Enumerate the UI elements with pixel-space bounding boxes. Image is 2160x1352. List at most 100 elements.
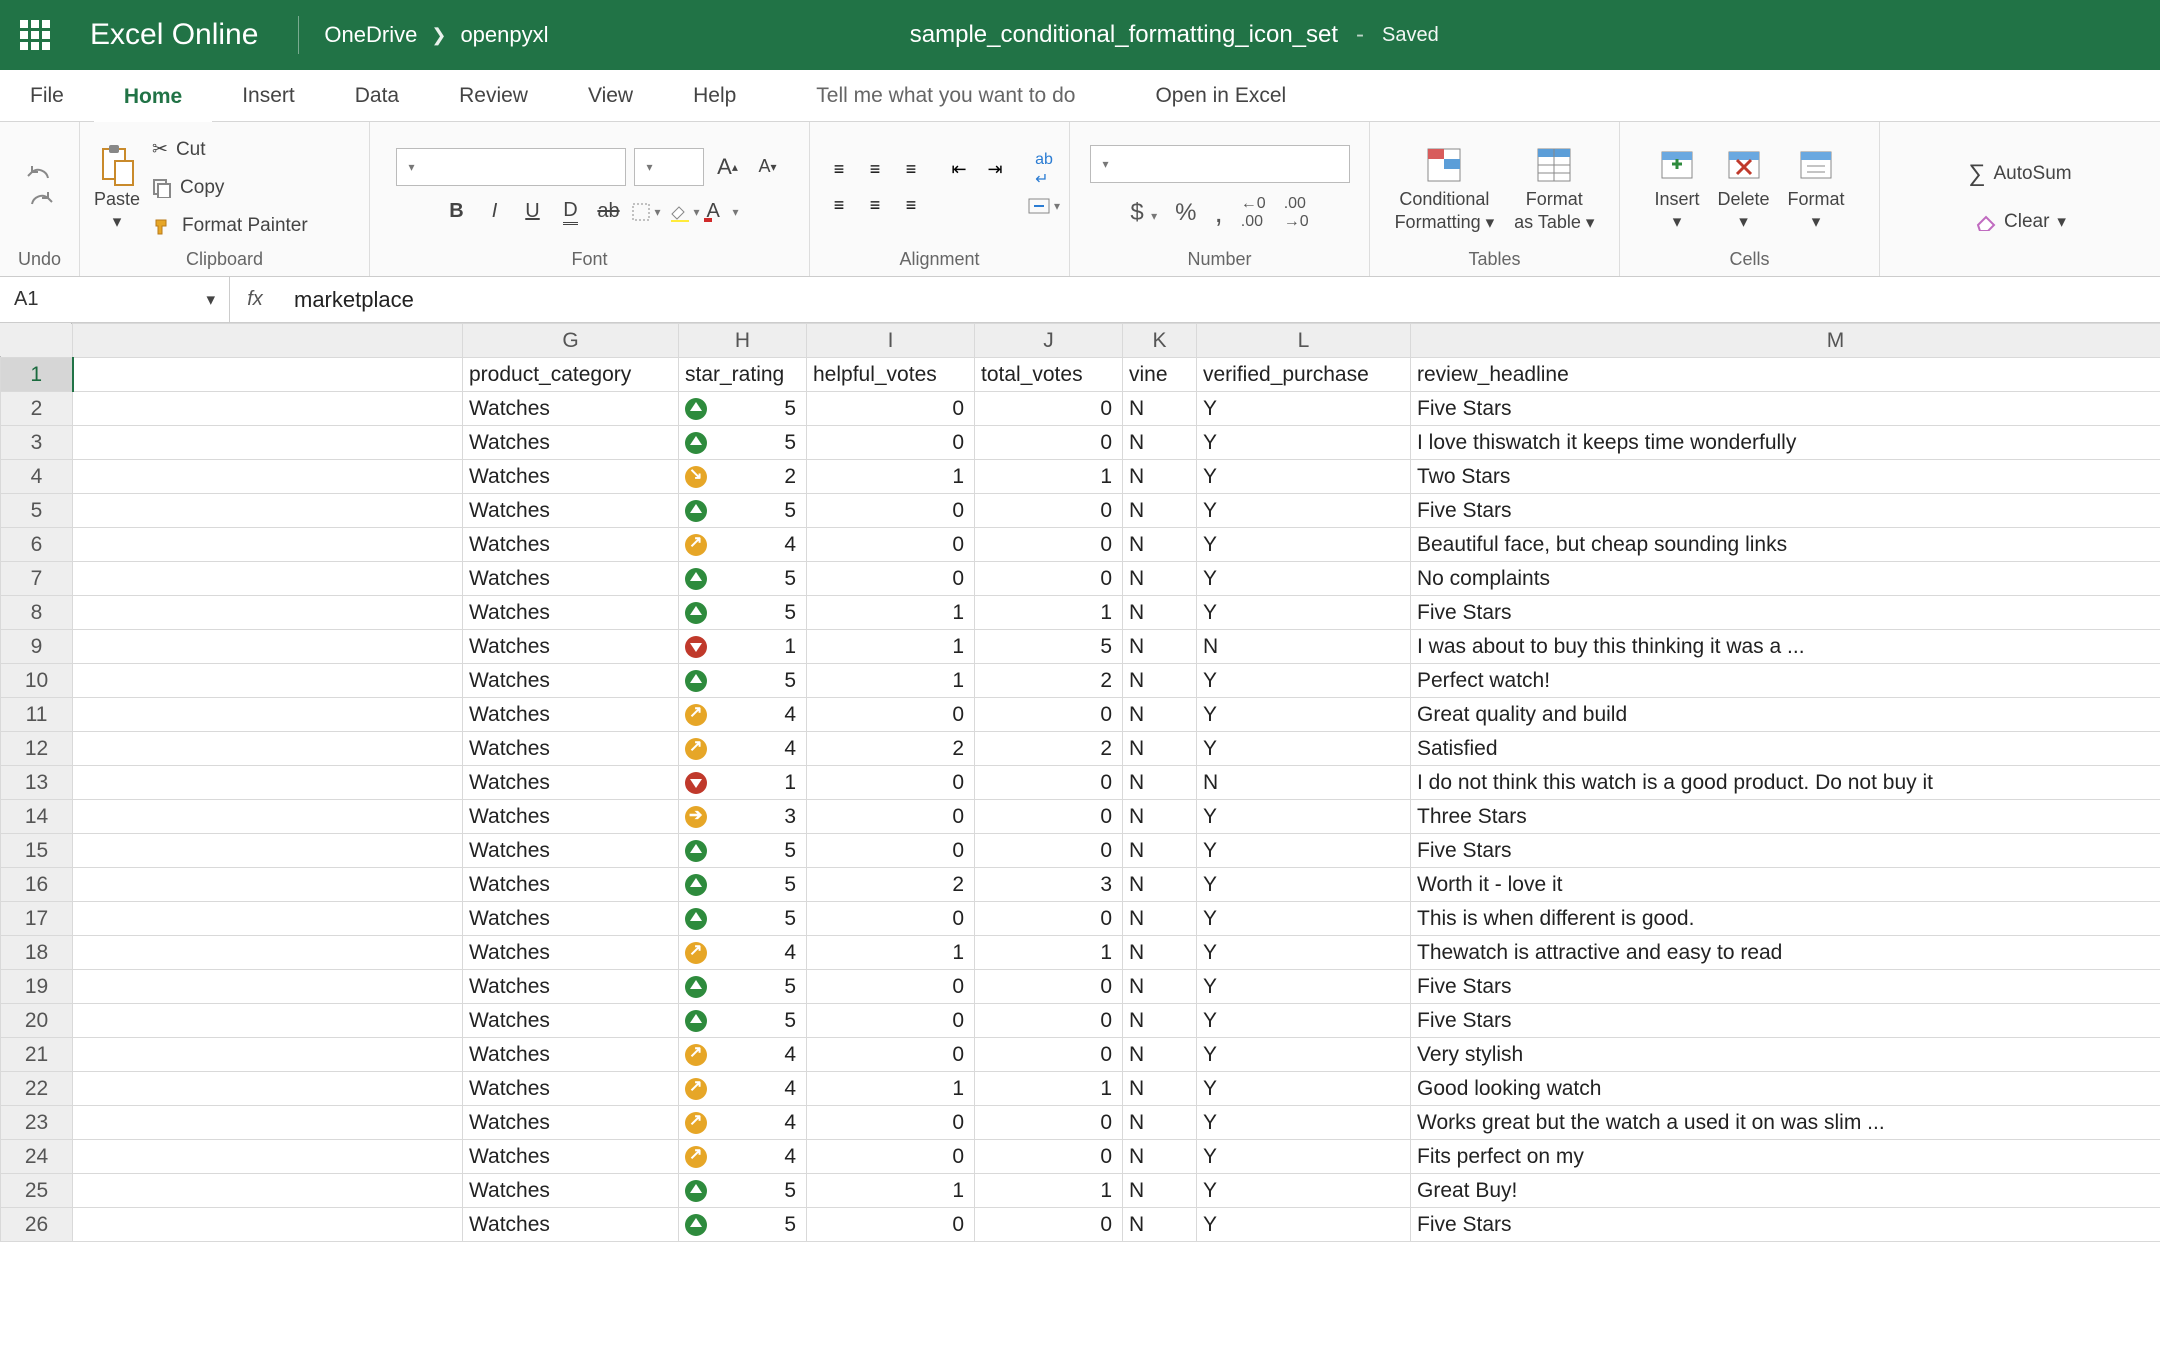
col-header-K[interactable]: K — [1123, 324, 1197, 358]
menu-review[interactable]: Review — [429, 70, 558, 121]
cell[interactable]: 0 — [807, 1038, 975, 1072]
cell[interactable]: 0 — [807, 800, 975, 834]
cell[interactable]: Watches — [463, 970, 679, 1004]
cell[interactable]: 0 — [807, 766, 975, 800]
cell[interactable]: Y — [1197, 562, 1411, 596]
cell[interactable]: 4 — [679, 528, 807, 562]
cell[interactable]: 1 — [807, 1072, 975, 1106]
cell[interactable]: 1 — [807, 1174, 975, 1208]
cell[interactable]: N — [1123, 1106, 1197, 1140]
cell[interactable]: N — [1123, 732, 1197, 766]
menu-insert[interactable]: Insert — [212, 70, 325, 121]
cell[interactable]: Five Stars — [1411, 1004, 2160, 1038]
row-header[interactable]: 9 — [1, 630, 73, 664]
cell[interactable]: I do not think this watch is a good prod… — [1411, 766, 2160, 800]
row-header[interactable]: 18 — [1, 936, 73, 970]
cell[interactable]: 5 — [679, 392, 807, 426]
menu-view[interactable]: View — [558, 70, 663, 121]
cell[interactable]: Fits perfect on my — [1411, 1140, 2160, 1174]
cell[interactable]: 4 — [679, 936, 807, 970]
cell[interactable]: 5 — [679, 494, 807, 528]
increase-indent-icon[interactable]: ⇥ — [980, 155, 1010, 185]
cell[interactable]: Y — [1197, 868, 1411, 902]
comma-format-button[interactable]: , — [1214, 196, 1222, 230]
cell[interactable]: N — [1197, 766, 1411, 800]
cell[interactable]: N — [1123, 426, 1197, 460]
cell[interactable] — [73, 562, 463, 596]
cell[interactable]: Watches — [463, 1106, 679, 1140]
table-row[interactable]: 25Watches511NYGreat Buy! — [1, 1174, 2160, 1208]
cell[interactable]: 2 — [807, 868, 975, 902]
table-row[interactable]: 5Watches500NYFive Stars — [1, 494, 2160, 528]
cell[interactable]: Y — [1197, 1072, 1411, 1106]
cell[interactable]: Y — [1197, 1038, 1411, 1072]
cell[interactable]: 0 — [975, 1106, 1123, 1140]
row-header[interactable]: 13 — [1, 766, 73, 800]
cell[interactable]: Watches — [463, 732, 679, 766]
accounting-format-button[interactable]: $ — [1130, 199, 1157, 227]
cell[interactable]: N — [1123, 1004, 1197, 1038]
cell[interactable]: 5 — [679, 426, 807, 460]
col-header-L[interactable]: L — [1197, 324, 1411, 358]
table-row[interactable]: 26Watches500NYFive Stars — [1, 1208, 2160, 1242]
cell[interactable]: Y — [1197, 664, 1411, 698]
cell[interactable]: 0 — [975, 1004, 1123, 1038]
row-header[interactable]: 2 — [1, 392, 73, 426]
cell[interactable]: N — [1123, 970, 1197, 1004]
open-in-excel[interactable]: Open in Excel — [1125, 70, 1316, 121]
align-center-icon[interactable]: ≡ — [860, 191, 890, 221]
cell[interactable]: N — [1123, 460, 1197, 494]
cell[interactable]: Y — [1197, 1106, 1411, 1140]
cell[interactable]: I love thiswatch it keeps time wonderful… — [1411, 426, 2160, 460]
cell[interactable]: 0 — [975, 698, 1123, 732]
cell[interactable]: 5 — [679, 970, 807, 1004]
format-as-table-button[interactable]: Format as Table ▾ — [1514, 143, 1594, 233]
cell[interactable]: helpful_votes — [807, 358, 975, 392]
format-cells-button[interactable]: Format▾ — [1788, 143, 1845, 232]
cell[interactable]: Watches — [463, 392, 679, 426]
cell[interactable]: 0 — [975, 766, 1123, 800]
cell[interactable]: Y — [1197, 426, 1411, 460]
cell[interactable]: Watches — [463, 460, 679, 494]
cell[interactable]: Y — [1197, 1140, 1411, 1174]
table-row[interactable]: 11Watches400NYGreat quality and build — [1, 698, 2160, 732]
font-size-select[interactable] — [634, 148, 704, 186]
table-row[interactable]: 19Watches500NYFive Stars — [1, 970, 2160, 1004]
cell[interactable]: Satisfied — [1411, 732, 2160, 766]
formula-input[interactable]: marketplace — [280, 287, 2160, 313]
bold-button[interactable]: B — [441, 196, 473, 228]
autosum-button[interactable]: ∑AutoSum — [1968, 157, 2071, 191]
cell[interactable]: 5 — [679, 1208, 807, 1242]
grow-font-button[interactable]: A▴ — [712, 151, 744, 183]
row-header[interactable]: 12 — [1, 732, 73, 766]
row-header[interactable]: 22 — [1, 1072, 73, 1106]
cell[interactable]: 0 — [807, 834, 975, 868]
cell[interactable]: N — [1123, 1072, 1197, 1106]
cell[interactable]: Watches — [463, 834, 679, 868]
row-header[interactable]: 5 — [1, 494, 73, 528]
cell[interactable]: N — [1123, 392, 1197, 426]
col-header-M[interactable]: M — [1411, 324, 2160, 358]
cell[interactable]: 3 — [975, 868, 1123, 902]
cell[interactable]: 1 — [975, 596, 1123, 630]
cell[interactable]: 1 — [975, 936, 1123, 970]
cell[interactable]: 1 — [975, 1072, 1123, 1106]
cell[interactable]: 5 — [679, 902, 807, 936]
cell[interactable]: Three Stars — [1411, 800, 2160, 834]
cell[interactable] — [73, 1140, 463, 1174]
cell[interactable]: 4 — [679, 1140, 807, 1174]
table-row[interactable]: 6Watches400NYBeautiful face, but cheap s… — [1, 528, 2160, 562]
font-color-button[interactable]: A — [707, 196, 739, 228]
cell[interactable] — [73, 630, 463, 664]
cell[interactable]: 1 — [807, 630, 975, 664]
cell[interactable]: 1 — [679, 766, 807, 800]
cell[interactable]: N — [1123, 834, 1197, 868]
cell[interactable]: Watches — [463, 494, 679, 528]
cell[interactable]: 1 — [975, 460, 1123, 494]
menu-file[interactable]: File — [0, 70, 94, 121]
table-row[interactable]: 20Watches500NYFive Stars — [1, 1004, 2160, 1038]
table-row[interactable]: 16Watches523NYWorth it - love it — [1, 868, 2160, 902]
cell[interactable]: 1 — [807, 460, 975, 494]
cell[interactable] — [73, 1106, 463, 1140]
cell[interactable]: 5 — [679, 664, 807, 698]
